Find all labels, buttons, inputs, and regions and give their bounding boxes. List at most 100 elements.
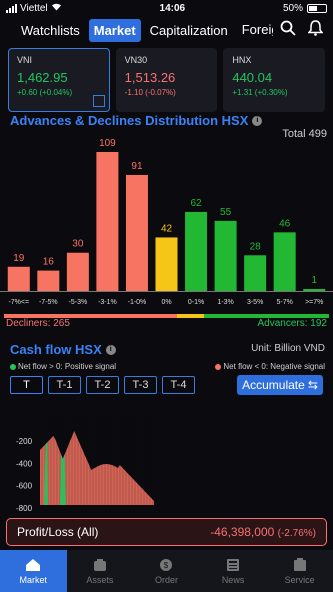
index-cards: VNI 1,462.95 +0.60 (+0.04%) VN30 1,513.2… bbox=[0, 44, 333, 112]
battery-icon bbox=[307, 3, 327, 13]
distribution-bar[interactable] bbox=[185, 211, 208, 291]
tab-foreign[interactable]: Foreig bbox=[237, 21, 273, 39]
period-t-4[interactable]: T-4 bbox=[162, 376, 195, 394]
bar-category-label: 3-5% bbox=[247, 299, 263, 306]
bar-category-label: 1-3% bbox=[217, 299, 233, 306]
distribution-bar[interactable] bbox=[244, 255, 267, 291]
news-icon bbox=[227, 559, 240, 571]
top-tabs: Watchlists Market Capitalization Foreig bbox=[0, 16, 333, 44]
nav-service[interactable]: Service bbox=[266, 550, 333, 592]
decliners-count: Decliners: 265 bbox=[6, 318, 70, 329]
index-card-vn30[interactable]: VN30 1,513.26 -1.10 (-0.07%) bbox=[115, 48, 218, 112]
negative-dot-icon bbox=[215, 363, 222, 370]
clock: 14:06 bbox=[159, 2, 186, 14]
cashflow-chart: -200 -400 -600 -800 bbox=[16, 415, 154, 513]
service-icon bbox=[293, 558, 306, 571]
distribution-bar[interactable] bbox=[155, 237, 178, 291]
bar-value-label: 16 bbox=[43, 257, 55, 268]
status-bar: Viettel 14:06 50% bbox=[0, 0, 333, 16]
pl-label: Profit/Loss (All) bbox=[17, 525, 99, 539]
y-tick-label: -200 bbox=[16, 437, 33, 446]
period-t-2[interactable]: T-2 bbox=[86, 376, 119, 394]
period-t-1[interactable]: T-1 bbox=[48, 376, 81, 394]
info-icon[interactable]: i bbox=[252, 115, 263, 126]
index-name: HNX bbox=[232, 55, 252, 65]
bar-category-label: -3-1% bbox=[98, 299, 117, 306]
bar-category-label: -7%<= bbox=[8, 299, 29, 306]
index-change: +1.31 (+0.30%) bbox=[232, 88, 288, 97]
distribution-bar[interactable] bbox=[66, 252, 89, 291]
bar-value-label: 19 bbox=[13, 253, 25, 264]
distribution-bar[interactable] bbox=[214, 220, 237, 291]
tab-watchlists[interactable]: Watchlists bbox=[16, 19, 85, 42]
nav-order[interactable]: $ Order bbox=[133, 550, 200, 592]
market-icon bbox=[26, 559, 41, 571]
nav-label: Market bbox=[19, 575, 48, 585]
index-card-vni[interactable]: VNI 1,462.95 +0.60 (+0.04%) bbox=[8, 48, 110, 112]
positive-legend: Net flow > 0: Positive signal bbox=[10, 362, 116, 371]
nav-label: Order bbox=[154, 575, 178, 585]
tab-market[interactable]: Market bbox=[88, 18, 141, 42]
distribution-bar[interactable] bbox=[125, 174, 148, 291]
index-change: -1.10 (-0.07%) bbox=[124, 88, 176, 97]
order-icon: $ bbox=[160, 559, 173, 571]
y-tick-label: -800 bbox=[16, 504, 33, 513]
bar-category-label: -5-3% bbox=[69, 299, 88, 306]
distribution-bar[interactable] bbox=[37, 270, 60, 291]
bar-value-label: 1 bbox=[311, 275, 317, 286]
bar-category-label: 5-7% bbox=[277, 299, 293, 306]
bar-value-label: 30 bbox=[72, 239, 84, 250]
bar-category-label: 0% bbox=[161, 299, 171, 306]
bar-value-label: 55 bbox=[220, 207, 232, 218]
cashflow-title: Cash flow HSX bbox=[10, 342, 102, 357]
search-icon[interactable] bbox=[280, 20, 296, 41]
swap-icon: ⇆ bbox=[307, 378, 318, 392]
battery-percent: 50% bbox=[282, 2, 303, 14]
nav-market[interactable]: Market bbox=[0, 550, 67, 592]
cashflow-unit: Unit: Billion VND bbox=[251, 343, 325, 354]
index-name: VN30 bbox=[124, 55, 148, 65]
bar-value-label: 62 bbox=[190, 198, 202, 209]
wifi-icon bbox=[51, 2, 62, 14]
period-t-3[interactable]: T-3 bbox=[124, 376, 157, 394]
pl-percent: (-2.76%) bbox=[277, 528, 316, 539]
pl-value: -46,398,000 bbox=[210, 525, 275, 539]
profit-loss-bar[interactable]: Profit/Loss (All) -46,398,000 (-2.76%) bbox=[6, 518, 327, 546]
index-price: 1,462.95 bbox=[17, 70, 68, 85]
bar-category-label: >=7% bbox=[305, 299, 323, 306]
bell-icon[interactable] bbox=[307, 19, 324, 41]
index-price: 440.04 bbox=[232, 70, 273, 85]
period-t[interactable]: T bbox=[10, 376, 43, 394]
positive-legend-label: Net flow > 0: Positive signal bbox=[18, 362, 117, 371]
index-card-hnx[interactable]: HNX 440.04 +1.31 (+0.30%) bbox=[223, 48, 326, 112]
assets-icon bbox=[93, 559, 106, 571]
distribution-chart: 19 -7%<= 16 -7-5% 30 -5-3% 109 -3-1% 91 -1-0% 42 0%… bbox=[0, 138, 333, 306]
bottom-nav: Market Assets $ Order News Service bbox=[0, 550, 333, 592]
y-tick-label: -600 bbox=[16, 482, 33, 491]
nav-news[interactable]: News bbox=[200, 550, 267, 592]
accumulate-button[interactable]: Accumulate ⇆ bbox=[237, 375, 323, 395]
distribution-bar[interactable] bbox=[7, 266, 30, 291]
distribution-bar[interactable] bbox=[303, 289, 326, 291]
bar-category-label: -1-0% bbox=[128, 299, 147, 306]
tab-capitalization[interactable]: Capitalization bbox=[145, 19, 233, 42]
index-change: +0.60 (+0.04%) bbox=[17, 88, 73, 97]
negative-legend: Net flow < 0: Negative signal bbox=[215, 362, 325, 371]
bar-value-label: 109 bbox=[99, 138, 116, 149]
index-name: VNI bbox=[17, 55, 33, 65]
distribution-bar[interactable] bbox=[273, 232, 296, 291]
bar-value-label: 42 bbox=[161, 223, 173, 234]
negative-legend-label: Net flow < 0: Negative signal bbox=[223, 362, 325, 371]
bar-category-label: -7-5% bbox=[39, 299, 58, 306]
bar-category-label: 0-1% bbox=[188, 299, 204, 306]
advancers-count: Advancers: 192 bbox=[257, 318, 328, 329]
bar-value-label: 46 bbox=[279, 218, 291, 229]
nav-label: Service bbox=[284, 575, 315, 585]
expand-icon[interactable] bbox=[92, 95, 105, 107]
distribution-bar[interactable] bbox=[96, 152, 119, 291]
bar-value-label: 91 bbox=[131, 161, 143, 172]
info-icon[interactable]: i bbox=[105, 344, 116, 355]
cashflow-section-title: Cash flow HSX i bbox=[10, 342, 116, 357]
nav-assets[interactable]: Assets bbox=[67, 550, 134, 592]
carrier: Viettel bbox=[20, 2, 48, 14]
